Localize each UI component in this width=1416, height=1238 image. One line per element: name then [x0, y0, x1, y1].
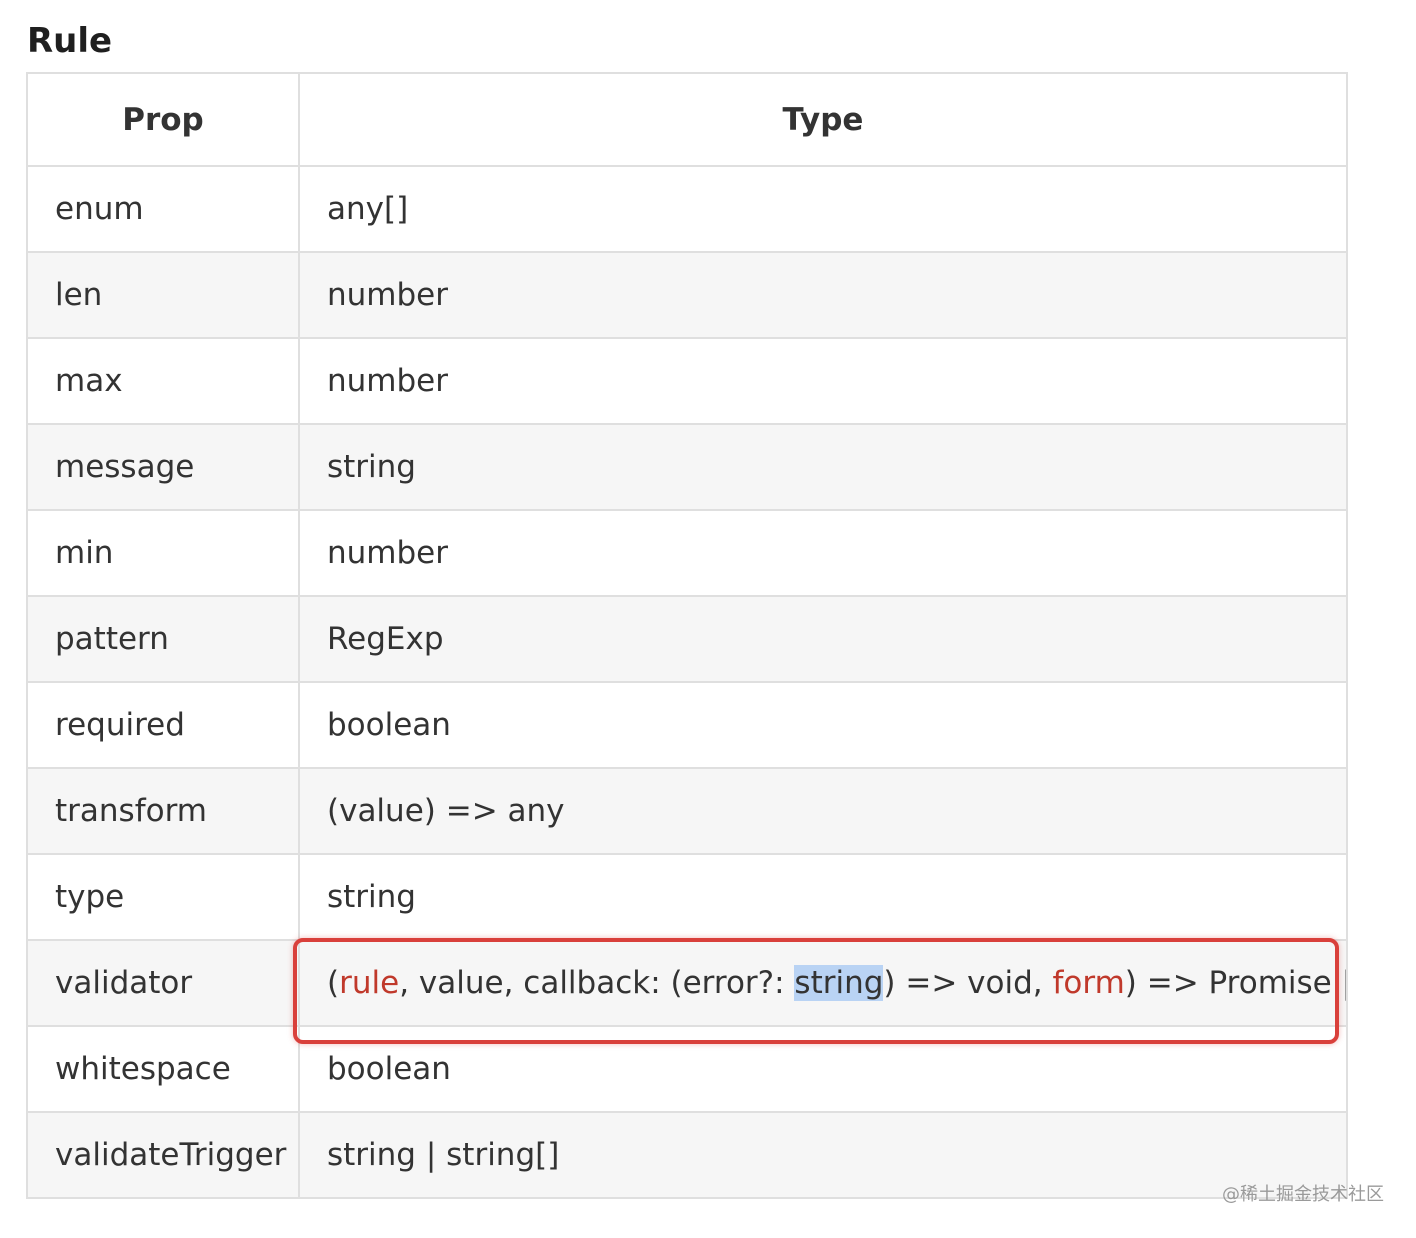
table-row: len number — [26, 251, 1348, 339]
type-cell: string — [298, 423, 1348, 511]
prop-cell: type — [26, 853, 300, 941]
type-cell: number — [298, 509, 1348, 597]
header-type: Type — [298, 72, 1348, 167]
type-cell-validator[interactable]: (rule, value, callback: (error?: string)… — [298, 939, 1348, 1027]
prop-cell: enum — [26, 165, 300, 253]
prop-cell: validateTrigger — [26, 1111, 300, 1199]
prop-cell: len — [26, 251, 300, 339]
rule-table-container: Prop Type enum any[] len number max numb… — [26, 72, 1348, 1199]
prop-cell: min — [26, 509, 300, 597]
type-cell: RegExp — [298, 595, 1348, 683]
type-cell: boolean — [298, 681, 1348, 769]
type-cell: any[] — [298, 165, 1348, 253]
table-header-row: Prop Type — [26, 72, 1348, 167]
type-cell: (value) => any — [298, 767, 1348, 855]
type-cell: number — [298, 251, 1348, 339]
type-cell: number — [298, 337, 1348, 425]
table-row: whitespace boolean — [26, 1025, 1348, 1113]
table-row: transform (value) => any — [26, 767, 1348, 855]
table-row: min number — [26, 509, 1348, 597]
type-text-part: ) => Promise | void — [1124, 965, 1345, 1001]
selected-text[interactable]: string — [794, 965, 884, 1001]
type-text-part: ( — [327, 965, 340, 1001]
highlight-rule: rule — [339, 965, 400, 1001]
header-prop: Prop — [26, 72, 300, 167]
prop-cell: max — [26, 337, 300, 425]
table-row: pattern RegExp — [26, 595, 1348, 683]
type-cell: string | string[] — [298, 1111, 1348, 1199]
table-row: message string — [26, 423, 1348, 511]
table-row: enum any[] — [26, 165, 1348, 253]
table-row: type string — [26, 853, 1348, 941]
section-heading: Rule — [27, 21, 113, 61]
table-row-validator: validator (rule, value, callback: (error… — [26, 939, 1348, 1027]
watermark: @稀土掘金技术社区 — [1222, 1184, 1384, 1205]
prop-cell: transform — [26, 767, 300, 855]
prop-cell: pattern — [26, 595, 300, 683]
type-text-part: ) => void, — [883, 965, 1053, 1001]
prop-cell: whitespace — [26, 1025, 300, 1113]
prop-cell: message — [26, 423, 300, 511]
type-text-part: , value, callback: (error?: — [399, 965, 795, 1001]
table-row: required boolean — [26, 681, 1348, 769]
rule-props-table: Prop Type enum any[] len number max numb… — [26, 72, 1348, 1199]
table-row: max number — [26, 337, 1348, 425]
type-cell: string — [298, 853, 1348, 941]
highlight-form: form — [1052, 965, 1125, 1001]
prop-cell: required — [26, 681, 300, 769]
prop-cell: validator — [26, 939, 300, 1027]
type-cell: boolean — [298, 1025, 1348, 1113]
table-row: validateTrigger string | string[] — [26, 1111, 1348, 1199]
